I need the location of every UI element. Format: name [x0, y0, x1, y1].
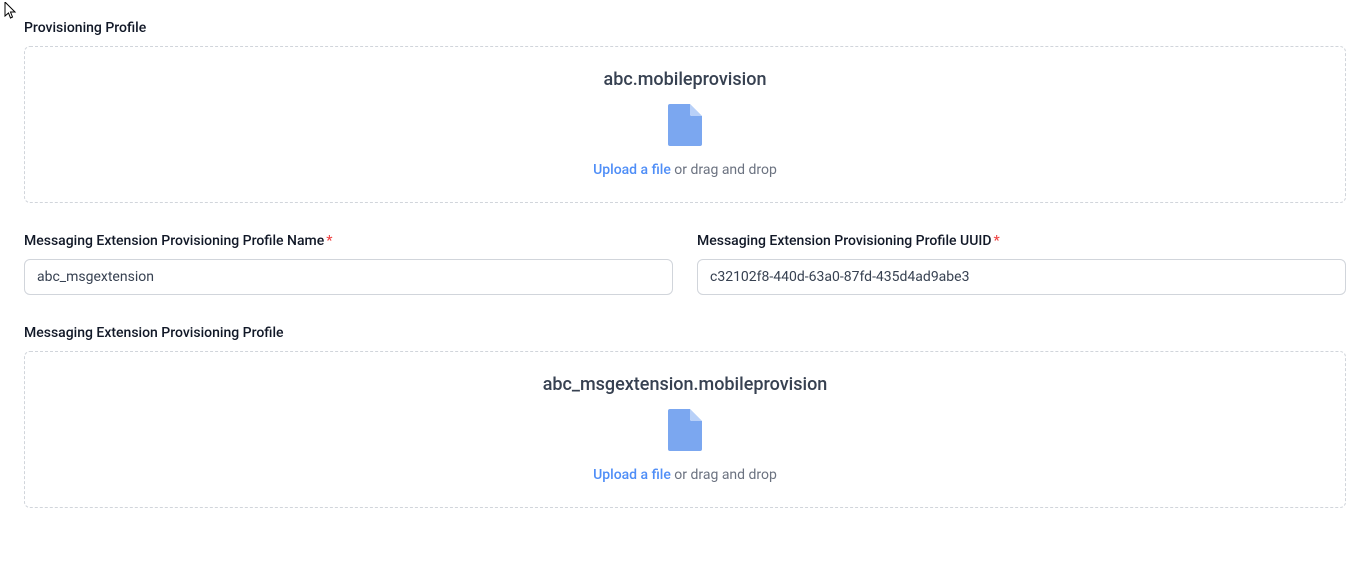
msg-ext-profile-uuid-label: Messaging Extension Provisioning Profile… [697, 233, 1346, 249]
msg-ext-profile-dropzone[interactable]: abc_msgextension.mobileprovision Upload … [24, 351, 1346, 508]
drag-drop-text: or drag and drop [671, 467, 777, 483]
cursor-icon [4, 2, 18, 20]
msg-ext-profile-uuid-input[interactable] [697, 259, 1346, 295]
provisioning-profile-label: Provisioning Profile [24, 20, 1346, 36]
msg-ext-profile-label: Messaging Extension Provisioning Profile [24, 325, 1346, 341]
provisioning-profile-dropzone[interactable]: abc.mobileprovision Upload a file or dra… [24, 46, 1346, 203]
required-asterisk: * [993, 233, 999, 249]
upload-instruction: Upload a file or drag and drop [45, 467, 1325, 483]
file-icon [668, 409, 702, 451]
msg-ext-profile-name-label: Messaging Extension Provisioning Profile… [24, 233, 673, 249]
upload-file-link[interactable]: Upload a file [593, 162, 671, 178]
required-asterisk: * [326, 233, 332, 249]
upload-file-link[interactable]: Upload a file [593, 467, 671, 483]
msg-ext-profile-name-input[interactable] [24, 259, 673, 295]
dropzone-filename: abc_msgextension.mobileprovision [45, 374, 1325, 395]
file-icon [668, 104, 702, 146]
upload-instruction: Upload a file or drag and drop [45, 162, 1325, 178]
drag-drop-text: or drag and drop [671, 162, 777, 178]
dropzone-filename: abc.mobileprovision [45, 69, 1325, 90]
